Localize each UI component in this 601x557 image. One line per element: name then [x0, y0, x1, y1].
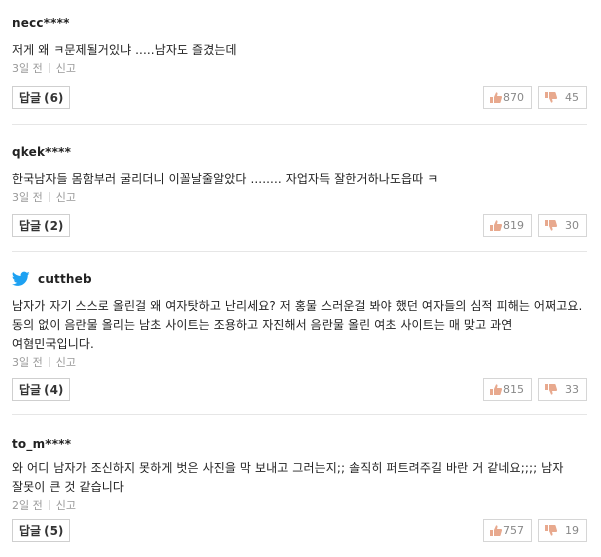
comment-time: 3일 전: [12, 356, 43, 369]
like-button[interactable]: 757: [483, 519, 532, 542]
comment-item: qkek**** 한국남자들 몸함부러 굴리더니 이꼴날줄알았다 .......…: [12, 125, 587, 252]
reply-count: (5): [44, 523, 64, 538]
dislike-button[interactable]: 30: [538, 214, 587, 237]
vote-group: 757 19: [483, 519, 587, 542]
reply-label: 답글: [19, 524, 42, 538]
comment-meta: 3일 전 신고: [12, 61, 587, 77]
meta-divider: [48, 500, 50, 510]
dislike-button[interactable]: 33: [538, 378, 587, 401]
thumbs-up-icon: [490, 92, 503, 103]
reply-button[interactable]: 답글 (5): [12, 519, 71, 542]
comment-author-row: qkek****: [12, 143, 587, 161]
comment-actions: 답글 (6) 870 45: [12, 86, 587, 109]
comment-text: 남자가 자기 스스로 올린걸 왜 여자탓하고 난리세요? 저 홍물 스러운걸 봐…: [12, 299, 587, 351]
reply-label: 답글: [19, 219, 42, 233]
report-link[interactable]: 신고: [56, 62, 76, 75]
dislike-count: 33: [565, 383, 579, 396]
dislike-count: 45: [565, 91, 579, 104]
twitter-icon: [12, 271, 30, 286]
comment-author-row: to_m****: [12, 435, 587, 453]
dislike-button[interactable]: 45: [538, 86, 587, 109]
comment-author-row: cuttheb: [12, 270, 587, 288]
comment-meta: 2일 전 신고: [12, 498, 587, 514]
meta-divider: [48, 192, 50, 202]
like-button[interactable]: 870: [483, 86, 532, 109]
reply-count: (6): [44, 90, 64, 105]
thumbs-down-icon: [545, 92, 558, 103]
reply-label: 답글: [19, 91, 42, 105]
comment-actions: 답글 (5) 757 19: [12, 519, 587, 542]
comment-meta: 3일 전 신고: [12, 355, 587, 371]
like-count: 870: [503, 91, 524, 104]
vote-group: 815 33: [483, 378, 587, 401]
thumbs-up-icon: [490, 525, 503, 536]
thumbs-up-icon: [490, 384, 503, 395]
comment-text: 와 어디 남자가 조신하지 못하게 벗은 사진을 막 보내고 그러는지;; 솔직…: [12, 461, 568, 494]
vote-group: 819 30: [483, 214, 587, 237]
comment-item: necc**** 저게 왜 ㅋ문제될거있냐 .....남자도 즐겼는데 3일 전…: [12, 0, 587, 125]
comment-author[interactable]: qkek****: [12, 145, 71, 159]
comment-item: cuttheb 남자가 자기 스스로 올린걸 왜 여자탓하고 난리세요? 저 홍…: [12, 252, 587, 415]
reply-button[interactable]: 답글 (6): [12, 86, 71, 109]
comment-actions: 답글 (2) 819 30: [12, 214, 587, 237]
comment-meta: 3일 전 신고: [12, 190, 587, 206]
comment-time: 2일 전: [12, 499, 43, 512]
like-button[interactable]: 819: [483, 214, 532, 237]
report-link[interactable]: 신고: [56, 191, 76, 204]
like-count: 757: [503, 524, 524, 537]
comment-time: 3일 전: [12, 191, 43, 204]
reply-count: (4): [44, 382, 64, 397]
thumbs-down-icon: [545, 384, 558, 395]
thumbs-down-icon: [545, 220, 558, 231]
comment-text: 한국남자들 몸함부러 굴리더니 이꼴날줄알았다 ........ 자업자득 잘한…: [12, 172, 439, 186]
thumbs-up-icon: [490, 220, 503, 231]
reply-button[interactable]: 답글 (2): [12, 214, 71, 237]
comment-author[interactable]: to_m****: [12, 437, 71, 451]
comment-actions: 답글 (4) 815 33: [12, 378, 587, 401]
comment-author[interactable]: necc****: [12, 16, 70, 30]
vote-group: 870 45: [483, 86, 587, 109]
reply-label: 답글: [19, 383, 42, 397]
dislike-button[interactable]: 19: [538, 519, 587, 542]
comment-item: to_m**** 와 어디 남자가 조신하지 못하게 벗은 사진을 막 보내고 …: [12, 415, 587, 557]
meta-divider: [48, 357, 50, 367]
meta-divider: [48, 63, 50, 73]
report-link[interactable]: 신고: [56, 356, 76, 369]
thumbs-down-icon: [545, 525, 558, 536]
like-button[interactable]: 815: [483, 378, 532, 401]
dislike-count: 19: [565, 524, 579, 537]
reply-button[interactable]: 답글 (4): [12, 378, 71, 401]
report-link[interactable]: 신고: [56, 499, 76, 512]
comment-list: necc**** 저게 왜 ㅋ문제될거있냐 .....남자도 즐겼는데 3일 전…: [0, 0, 601, 557]
comment-author[interactable]: cuttheb: [38, 272, 92, 286]
like-count: 815: [503, 383, 524, 396]
comment-text: 저게 왜 ㅋ문제될거있냐 .....남자도 즐겼는데: [12, 43, 237, 57]
reply-count: (2): [44, 218, 64, 233]
like-count: 819: [503, 219, 524, 232]
comment-author-row: necc****: [12, 14, 587, 32]
comment-time: 3일 전: [12, 62, 43, 75]
dislike-count: 30: [565, 219, 579, 232]
